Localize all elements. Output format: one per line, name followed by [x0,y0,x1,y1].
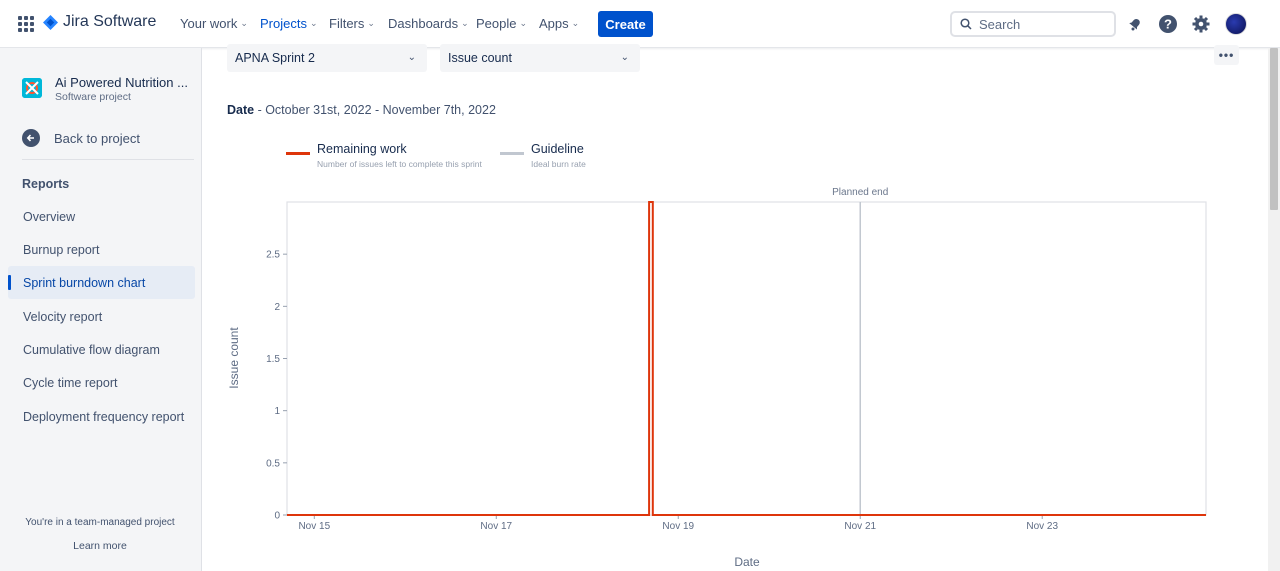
x-tick-label: Nov 15 [298,521,330,532]
burndown-chart: 0 0.5 1 1.5 2 2.5 Nov 15 Nov 17 Nov 19 Nov 21 Nov … [227,187,1207,569]
y-tick-label: 0 [274,511,280,522]
x-tick-label: Nov 21 [844,521,876,532]
scrollbar-thumb[interactable] [1270,48,1278,210]
remaining-work-line [287,201,1206,516]
planned-end-annotation: Planned end [832,187,888,198]
y-tick-label: 2 [274,302,280,313]
y-tick-label: 1.5 [266,354,280,365]
y-axis-label: Issue count [227,327,241,389]
x-tick-label: Nov 19 [662,521,694,532]
y-tick-label: 1 [274,406,280,417]
x-tick-label: Nov 17 [480,521,512,532]
x-tick-label: Nov 23 [1026,521,1058,532]
x-axis-label: Date [734,555,760,569]
page-scrollbar[interactable] [1268,48,1280,571]
y-tick-label: 0.5 [266,458,280,469]
plot-frame [286,201,1207,516]
y-tick-label: 2.5 [266,250,280,261]
